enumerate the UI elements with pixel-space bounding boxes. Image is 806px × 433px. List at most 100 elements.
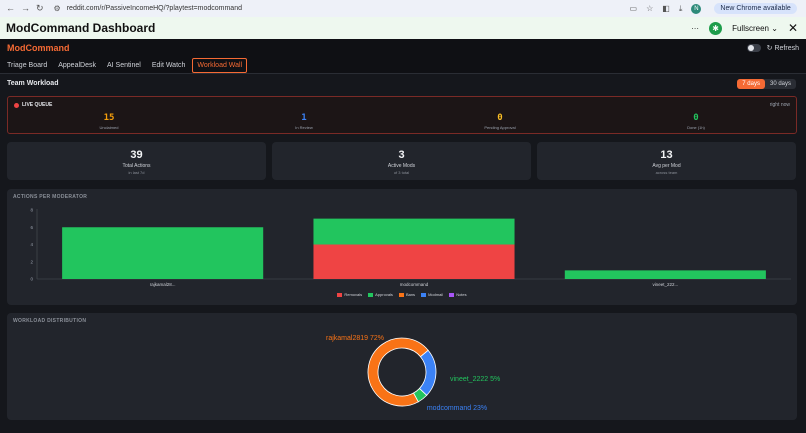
stat-in-review: 1 In Review [274, 113, 334, 130]
dashboard-title: ModCommand Dashboard [6, 21, 156, 35]
extensions-icon[interactable]: ◧ [662, 4, 670, 13]
slice-label: vineet_2222 5% [450, 376, 500, 383]
actions-bar-chart: 0 2 4 6 8 rajkamal28... modcommand vineet_222..… [30, 208, 791, 287]
stat-value: 1 [301, 113, 307, 123]
summary-subtext: in last 7d [128, 170, 145, 175]
workload-distribution-panel: WORKLOAD DISTRIBUTION rajkamal2819 72% vi… [7, 313, 797, 420]
fullscreen-dropdown[interactable]: Fullscreen ⌄ [732, 24, 778, 33]
stat-value: 0 [693, 113, 699, 123]
range-7-days-button[interactable]: 7 days [737, 79, 765, 89]
cast-icon[interactable]: ▭ [630, 4, 638, 13]
chrome-update-button[interactable]: New Chrome available [714, 3, 797, 14]
legend-swatch [368, 292, 374, 297]
fullscreen-label: Fullscreen [732, 23, 769, 33]
download-icon[interactable]: ⤓ [679, 4, 683, 14]
bar-segment [313, 244, 515, 279]
slice-label: modcommand 23% [427, 405, 487, 412]
section-title: Team Workload [7, 80, 59, 87]
app-header: ModCommand ↻ Refresh [0, 39, 806, 57]
refresh-icon: ↻ [766, 45, 773, 52]
summary-value: 3 [398, 149, 405, 161]
live-queue-text: LIVE QUEUE [22, 102, 53, 108]
bar-segment [564, 270, 766, 279]
legend-item[interactable]: Notes [449, 292, 467, 297]
summary-subtext: across team [655, 170, 678, 175]
stat-caption: Unclaimed [99, 125, 119, 130]
bar-segment [62, 227, 264, 279]
auto-refresh-toggle[interactable] [746, 44, 761, 52]
back-icon[interactable]: ← [6, 3, 15, 14]
y-tick-label: 8 [30, 208, 33, 213]
legend-label: Notes [456, 292, 467, 297]
summary-caption: Avg per Mod [652, 163, 681, 169]
tab-workload-wall[interactable]: Workload Wall [192, 57, 248, 73]
settings-gear-icon[interactable]: ✱ [709, 21, 723, 35]
y-tick-label: 0 [30, 277, 33, 282]
legend-item[interactable]: Removals [337, 292, 362, 297]
summary-subtext: of 3 total [393, 170, 410, 175]
donut-slice [418, 349, 437, 396]
y-tick-label: 4 [30, 242, 33, 247]
url-text: reddit.com/r/PassiveIncomeHQ/?playtest=m… [66, 5, 242, 12]
stat-pending-approval: 0 Pending Approval [470, 113, 530, 130]
profile-avatar[interactable]: N [691, 3, 702, 14]
tab-edit-watch[interactable]: Edit Watch [148, 59, 190, 72]
tab-appealdesk[interactable]: AppealDesk [54, 59, 100, 72]
live-queue-panel: LIVE QUEUE right now 15 Unclaimed 1 In R… [7, 96, 797, 134]
chart-legend: Removals Approvals Bans Modmail Notes [7, 292, 797, 297]
browser-toolbar: ← → ↻ ⚙ reddit.com/r/PassiveIncomeHQ/?pl… [0, 0, 806, 17]
refresh-label: Refresh [774, 45, 799, 52]
stat-unclaimed: 15 Unclaimed [79, 113, 139, 130]
legend-swatch [449, 292, 455, 297]
summary-caption: Total Actions [122, 163, 151, 169]
close-icon[interactable]: ✕ [788, 21, 798, 35]
range-30-days-button[interactable]: 30 days [765, 79, 796, 89]
reload-icon[interactable]: ↻ [36, 3, 44, 14]
stat-caption: Pending Approval [484, 125, 516, 130]
bookmark-star-icon[interactable]: ☆ [646, 4, 653, 13]
more-options-button[interactable]: ··· [691, 24, 699, 33]
legend-label: Removals [344, 292, 363, 297]
stat-value: 15 [103, 113, 115, 123]
summary-card-avg-per-mod: 13 Avg per Mod across team [537, 142, 796, 180]
actions-per-moderator-panel: ACTIONS PER MODERATOR 0 2 4 6 8 rajkamal28...… [7, 189, 797, 305]
live-dot-icon [14, 102, 19, 108]
live-queue-time: right now [769, 102, 790, 108]
summary-card-active-mods: 3 Active Mods of 3 total [272, 142, 531, 180]
app-brand: ModCommand [7, 43, 70, 53]
stat-value: 0 [497, 113, 503, 123]
chevron-down-icon: ⌄ [771, 23, 778, 33]
range-selector: 7 days 30 days [737, 79, 796, 89]
refresh-button[interactable]: ↻ Refresh [767, 44, 799, 52]
summary-value: 39 [130, 149, 143, 161]
tab-bar: Triage Board AppealDesk AI Sentinel Edit… [0, 57, 806, 73]
tab-ai-sentinel[interactable]: AI Sentinel [103, 59, 145, 72]
legend-item[interactable]: Bans [398, 292, 416, 297]
y-tick-label: 2 [30, 259, 33, 264]
slice-label: rajkamal2819 72% [326, 335, 384, 342]
summary-caption: Active Mods [387, 163, 416, 169]
legend-label: Approvals [375, 292, 393, 297]
x-tick-label: vineet_222... [652, 282, 678, 287]
legend-label: Bans [405, 292, 416, 297]
workload-donut-chart: rajkamal2819 72% vineet_2222 5% modcommand… [326, 335, 500, 412]
legend-item[interactable]: Approvals [368, 292, 393, 297]
summary-value: 13 [660, 149, 673, 161]
stat-done: 0 Done (1h) [666, 113, 726, 130]
legend-swatch [337, 292, 343, 297]
legend-item[interactable]: Modmail [421, 292, 443, 297]
tab-divider [0, 73, 806, 74]
address-bar[interactable]: ⚙ reddit.com/r/PassiveIncomeHQ/?playtest… [54, 2, 624, 15]
x-tick-label: rajkamal28... [150, 282, 176, 287]
site-info-icon[interactable]: ⚙ [54, 4, 61, 13]
legend-swatch [398, 292, 404, 297]
live-queue-label: LIVE QUEUE [14, 102, 52, 108]
stat-caption: In Review [295, 125, 313, 130]
summary-card-total-actions: 39 Total Actions in last 7d [7, 142, 266, 180]
stat-caption: Done (1h) [687, 125, 705, 130]
y-tick-label: 6 [30, 225, 33, 230]
tab-triage-board[interactable]: Triage Board [3, 59, 51, 72]
forward-icon[interactable]: → [21, 3, 30, 14]
bar-segment [313, 218, 515, 245]
playtest-bar: ModCommand Dashboard ··· ✱ Fullscreen ⌄ … [0, 17, 806, 39]
